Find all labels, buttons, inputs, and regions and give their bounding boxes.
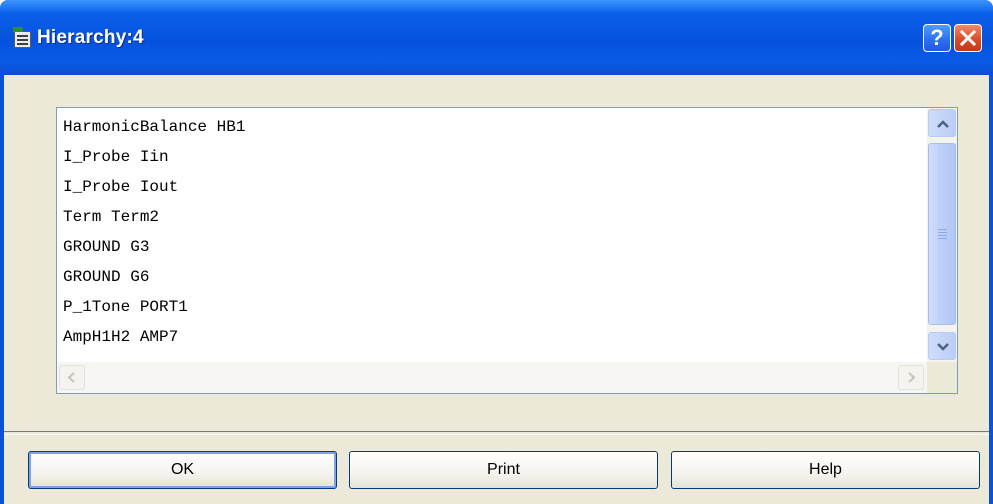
close-button[interactable] (954, 24, 982, 52)
window-title: Hierarchy:4 (37, 27, 144, 48)
title-bar[interactable]: Hierarchy:4 ? (0, 0, 993, 75)
chevron-left-icon (67, 372, 75, 383)
chevron-right-icon (908, 372, 916, 383)
dialog-body: HarmonicBalance HB1 I_Probe Iin I_Probe … (4, 75, 989, 504)
list-items: HarmonicBalance HB1 I_Probe Iin I_Probe … (57, 108, 927, 362)
grip-line (938, 238, 947, 239)
question-mark-icon: ? (930, 25, 944, 50)
scroll-down-button[interactable] (928, 332, 956, 360)
list-item[interactable]: I_Probe Iin (63, 142, 169, 172)
vertical-scrollbar[interactable] (927, 108, 957, 362)
close-icon (960, 30, 976, 46)
list-item[interactable]: I_Probe Iout (63, 172, 178, 202)
list-item[interactable]: Term Term2 (63, 202, 159, 232)
help-button[interactable]: Help (671, 451, 980, 489)
vertical-scroll-thumb[interactable] (928, 143, 956, 325)
scroll-up-button[interactable] (928, 109, 956, 137)
list-item[interactable]: AmpH1H2 AMP7 (63, 322, 178, 352)
print-button[interactable]: Print (349, 451, 658, 489)
list-item[interactable]: P_1Tone PORT1 (63, 292, 188, 322)
grip-line (938, 232, 947, 233)
ok-button[interactable]: OK (28, 451, 337, 489)
horizontal-scrollbar[interactable] (57, 362, 927, 393)
scroll-right-button[interactable] (898, 365, 924, 390)
grip-line (938, 229, 947, 230)
chevron-up-icon (937, 120, 949, 128)
hierarchy-dialog: Hierarchy:4 ? HarmonicBalance HB1 I_Prob… (0, 0, 993, 504)
list-item[interactable]: HarmonicBalance HB1 (63, 112, 245, 142)
help-caption-button[interactable]: ? (923, 24, 951, 52)
list-item[interactable]: GROUND G6 (63, 262, 149, 292)
list-item[interactable]: GROUND G3 (63, 232, 149, 262)
scrollbar-corner (927, 362, 957, 393)
hierarchy-listbox[interactable]: HarmonicBalance HB1 I_Probe Iin I_Probe … (56, 107, 958, 394)
separator-line (4, 431, 989, 435)
app-window-icon (13, 27, 31, 48)
chevron-down-icon (937, 343, 949, 351)
grip-line (938, 235, 947, 236)
scroll-left-button[interactable] (59, 365, 85, 390)
